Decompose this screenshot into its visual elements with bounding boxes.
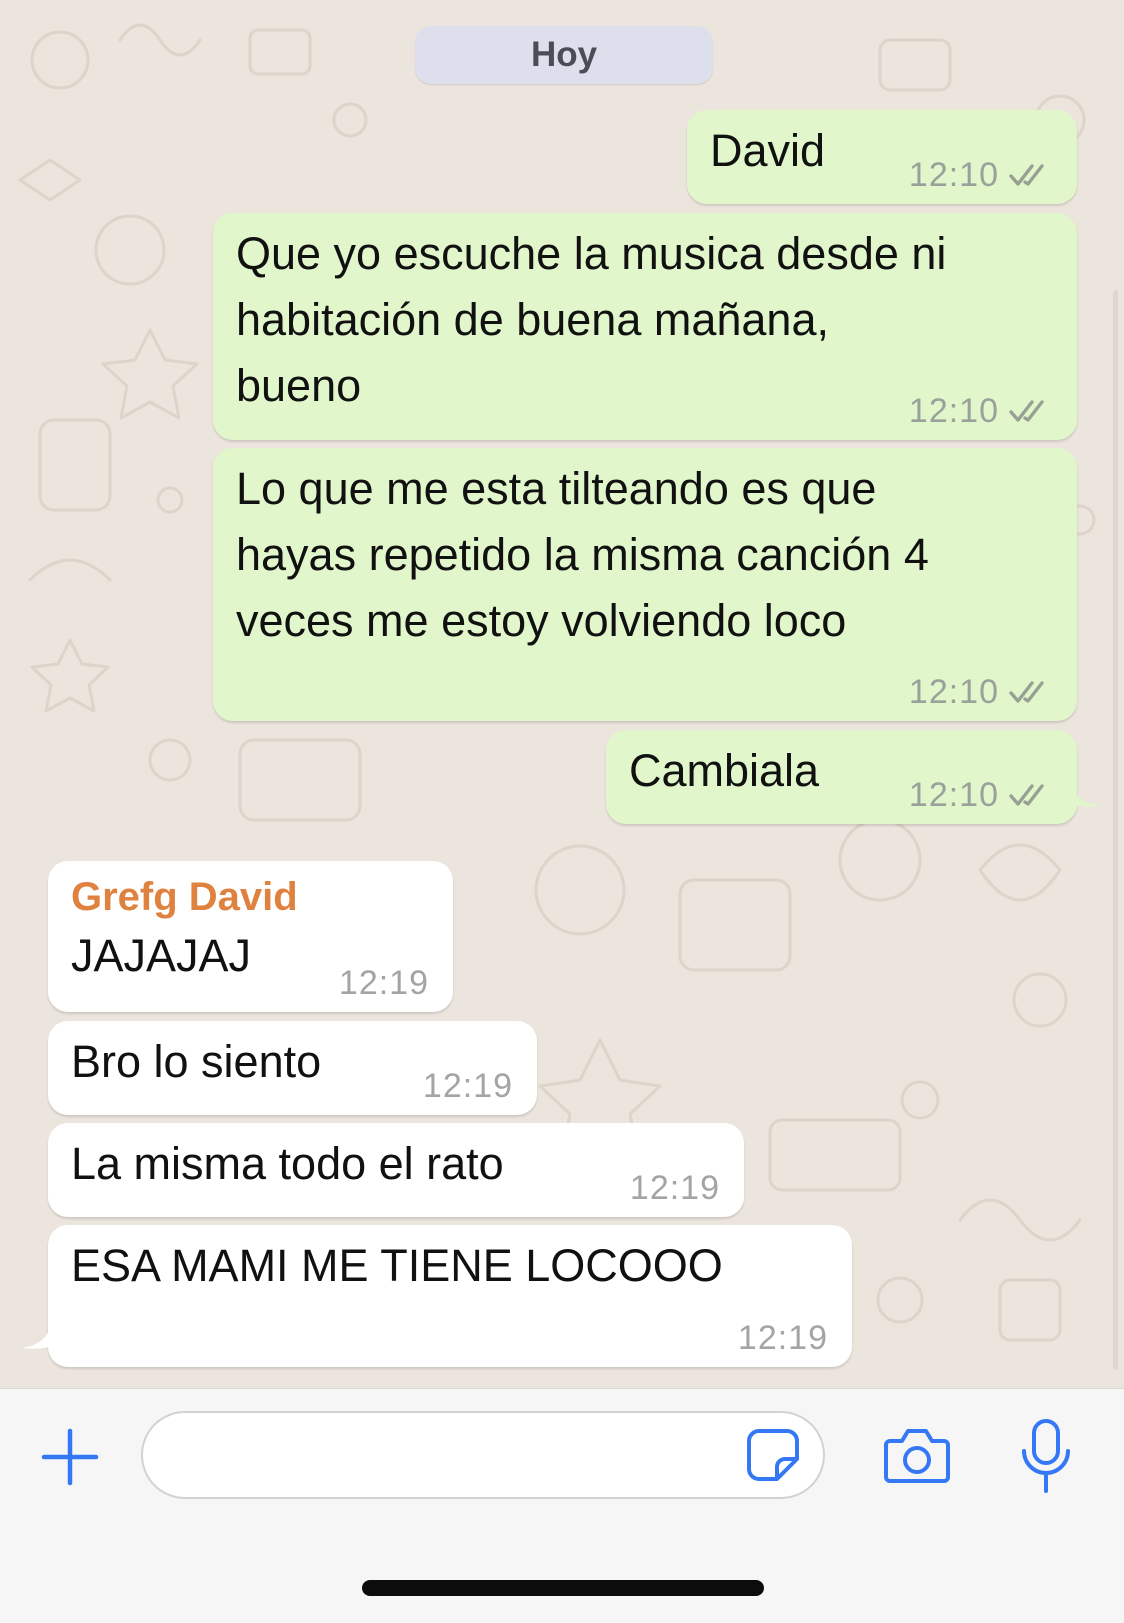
double-check-icon: [1009, 681, 1044, 703]
outgoing-bubble-tail: [1070, 780, 1100, 807]
message-meta: 12:19: [630, 1171, 720, 1205]
outgoing-message[interactable]: Que yo escuche la musica desde ni habita…: [213, 213, 1077, 440]
outgoing-message[interactable]: Cambiala 12:10: [606, 730, 1077, 824]
outgoing-message[interactable]: Lo que me esta tilteando es que hayas re…: [213, 448, 1077, 721]
message-time: 12:19: [422, 1067, 513, 1105]
message-text: Que yo escuche la musica desde ni habita…: [236, 228, 947, 411]
message-time: 12:19: [338, 964, 429, 1002]
sticker-icon[interactable]: [743, 1425, 803, 1485]
plus-icon[interactable]: [38, 1425, 102, 1489]
message-text: La misma todo el rato: [71, 1138, 504, 1189]
date-separator: Hoy: [415, 26, 713, 84]
message-input-bar: [0, 1388, 1124, 1623]
message-meta: 12:10: [909, 158, 1053, 192]
double-check-icon: [1009, 784, 1044, 806]
message-meta: 12:10: [909, 394, 1053, 428]
message-meta: 12:19: [339, 966, 429, 1000]
incoming-message[interactable]: ESA MAMI ME TIENE LOCOOO 12:19: [48, 1225, 852, 1367]
message-time: 12:10: [908, 776, 999, 814]
message-meta: 12:10: [909, 675, 1053, 709]
camera-icon[interactable]: [882, 1425, 952, 1485]
chat-scrollbar[interactable]: [1113, 290, 1118, 1370]
message-time: 12:10: [908, 392, 999, 430]
double-check-icon: [1009, 400, 1044, 422]
message-meta: 12:19: [738, 1321, 828, 1355]
incoming-message[interactable]: Grefg David JAJAJAJ 12:19: [48, 861, 453, 1012]
message-time: 12:10: [908, 156, 999, 194]
message-text: Lo que me esta tilteando es que hayas re…: [236, 463, 929, 646]
message-meta: 12:19: [423, 1069, 513, 1103]
sender-name[interactable]: Grefg David: [71, 867, 298, 927]
incoming-bubble-tail: [22, 1322, 52, 1349]
message-input[interactable]: [141, 1411, 825, 1499]
message-meta: 12:10: [909, 778, 1053, 812]
double-check-icon: [1009, 164, 1044, 186]
home-indicator[interactable]: [362, 1580, 764, 1596]
message-time: 12:19: [737, 1319, 828, 1357]
chat-area[interactable]: Hoy David 12:10 Que yo escuche la musica…: [0, 0, 1124, 1388]
message-time: 12:10: [908, 673, 999, 711]
incoming-message[interactable]: Bro lo siento 12:19: [48, 1021, 537, 1115]
outgoing-message[interactable]: David 12:10: [687, 110, 1077, 204]
message-text: ESA MAMI ME TIENE LOCOOO: [71, 1240, 723, 1291]
message-time: 12:19: [629, 1169, 720, 1207]
incoming-message[interactable]: La misma todo el rato 12:19: [48, 1123, 744, 1217]
microphone-icon[interactable]: [1018, 1417, 1074, 1495]
